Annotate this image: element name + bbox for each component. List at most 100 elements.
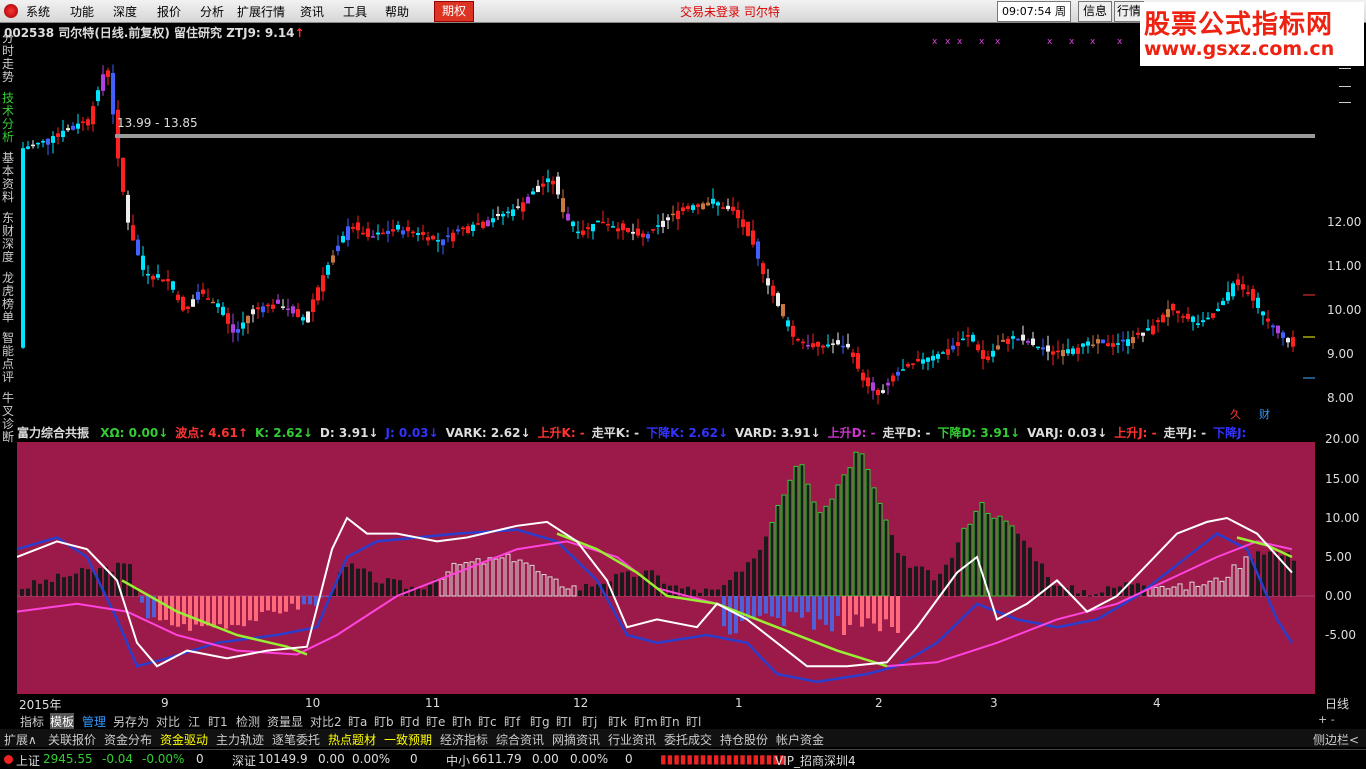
indicator-tab[interactable]: 另存为 xyxy=(113,713,149,730)
menu-system[interactable]: 系统 xyxy=(26,3,50,20)
candle-body xyxy=(966,335,970,337)
function-tab[interactable]: 帐户资金 xyxy=(776,731,824,748)
histogram-bar xyxy=(1058,585,1062,596)
function-tab[interactable]: 主力轨迹 xyxy=(216,731,264,748)
indicator-tab[interactable]: 资量显 xyxy=(267,713,303,730)
indicator-tab[interactable]: 盯b xyxy=(374,713,394,730)
nav-fundamentals[interactable]: 基本资料 xyxy=(2,152,16,204)
sidebar-toggle[interactable]: 侧边栏< xyxy=(1313,731,1359,748)
sh-label[interactable]: 上证 xyxy=(16,752,40,769)
histogram-bar xyxy=(620,572,624,596)
nav-diagnosis[interactable]: 牛叉诊断 xyxy=(2,392,16,444)
function-tab[interactable]: 委托成交 xyxy=(664,731,712,748)
indicator-tab[interactable]: 盯m xyxy=(634,713,658,730)
price-axis: 12.00 11.00 10.00 9.00 8.00 xyxy=(1315,38,1366,420)
indicator-tab[interactable]: 盯e xyxy=(426,713,445,730)
function-tab[interactable]: 网摘资讯 xyxy=(552,731,600,748)
histogram-bar xyxy=(764,536,768,596)
info-button[interactable]: 信息 xyxy=(1078,1,1112,22)
candle-body xyxy=(1186,313,1190,320)
menu-tools[interactable]: 工具 xyxy=(343,3,367,20)
time-label: 3 xyxy=(990,696,998,710)
sh-pct: -0.00% xyxy=(142,752,185,766)
histogram-bar xyxy=(638,576,642,596)
function-tab[interactable]: 资金驱动 xyxy=(160,731,208,748)
indicator-tab[interactable]: 盯n xyxy=(660,713,680,730)
histogram-bar xyxy=(979,502,985,597)
indicator-tab[interactable]: 模板 xyxy=(50,713,75,730)
period-label[interactable]: 日线 xyxy=(1325,695,1349,712)
indicator-value-label: 走平K: - xyxy=(591,426,640,440)
menu-function[interactable]: 功能 xyxy=(70,3,94,20)
indicator-tab[interactable]: 盯j xyxy=(582,713,597,730)
histogram-bar xyxy=(932,580,936,596)
histogram-bar xyxy=(386,578,390,596)
candle-body xyxy=(376,232,380,235)
function-tab[interactable]: 关联报价 xyxy=(48,731,96,748)
indicator-tab[interactable]: 盯a xyxy=(348,713,367,730)
function-tab[interactable]: 扩展∧ xyxy=(4,731,37,748)
menu-help[interactable]: 帮助 xyxy=(385,3,409,20)
histogram-bar xyxy=(698,592,702,596)
nav-depth[interactable]: 东财深度 xyxy=(2,212,16,264)
candle-body xyxy=(61,130,65,138)
candle-body xyxy=(346,226,350,241)
nav-smart-review[interactable]: 智能点评 xyxy=(2,332,16,384)
candle-body xyxy=(696,204,700,207)
zx-label[interactable]: 中小 xyxy=(446,752,470,769)
menu-extended-market[interactable]: 扩展行情 xyxy=(237,3,285,20)
histogram-bar xyxy=(788,596,792,612)
histogram-bar xyxy=(248,596,252,621)
menu-quote[interactable]: 报价 xyxy=(157,3,181,20)
function-tab[interactable]: 持仓股份 xyxy=(720,731,768,748)
candle-body xyxy=(666,217,670,221)
price-tick: 10.00 xyxy=(1327,303,1362,317)
indicator-tab[interactable]: 盯l xyxy=(686,713,701,730)
indicator-tab[interactable]: 盯d xyxy=(400,713,420,730)
option-tab[interactable]: 期权 xyxy=(434,1,474,22)
candle-body xyxy=(1121,339,1125,342)
function-tab[interactable]: 行业资讯 xyxy=(608,731,656,748)
indicator-tab[interactable]: 盯f xyxy=(504,713,520,730)
indicator-tab[interactable]: 盯1 xyxy=(208,713,228,730)
function-tab[interactable]: 资金分布 xyxy=(104,731,152,748)
candle-body xyxy=(326,265,330,275)
histogram-bar xyxy=(350,563,354,596)
function-tab[interactable]: 综合资讯 xyxy=(496,731,544,748)
menu-news[interactable]: 资讯 xyxy=(300,3,324,20)
candle-body xyxy=(191,299,195,307)
histogram-bar xyxy=(164,596,168,620)
function-tab[interactable]: 热点题材 xyxy=(328,731,376,748)
indicator-tab[interactable]: 检测 xyxy=(236,713,260,730)
function-tab[interactable]: 逐笔委托 xyxy=(272,731,320,748)
indicator-tab[interactable]: 盯I xyxy=(556,713,572,730)
menu-depth[interactable]: 深度 xyxy=(113,3,137,20)
vip-server[interactable]: VIP_招商深圳4 xyxy=(775,752,856,769)
sz-label[interactable]: 深证 xyxy=(232,752,256,769)
function-tab[interactable]: 经济指标 xyxy=(440,731,488,748)
nav-dragon-tiger[interactable]: 龙虎榜单 xyxy=(2,272,16,324)
nav-technical-analysis[interactable]: 技术分析 xyxy=(2,92,16,144)
indicator-tab[interactable]: 对比2 xyxy=(310,713,342,730)
candle-body xyxy=(946,349,950,355)
candle-body xyxy=(1266,318,1270,322)
indicator-tab[interactable]: 盯k xyxy=(608,713,627,730)
indicator-tab[interactable]: 对比 xyxy=(156,713,180,730)
indicator-tab[interactable]: 指标 xyxy=(20,713,44,730)
indicator-name[interactable]: 富力综合共振 xyxy=(17,426,89,440)
resonance-indicator-chart[interactable] xyxy=(17,442,1315,694)
indicator-tab[interactable]: 盯g xyxy=(530,713,550,730)
candle-body xyxy=(1026,341,1030,343)
indicator-tab[interactable]: 管理 xyxy=(82,713,106,730)
candle-body xyxy=(891,375,895,382)
candle-body xyxy=(786,320,790,327)
zoom-control[interactable]: + - xyxy=(1318,713,1335,726)
function-tab[interactable]: 一致预期 xyxy=(384,731,432,748)
price-candlestick-chart[interactable]: 13.99 - 13.85x x x x x x x x x久财 xyxy=(17,38,1315,420)
indicator-tab[interactable]: 江 xyxy=(188,713,200,730)
candle-body xyxy=(876,389,880,396)
indicator-tab[interactable]: 盯h xyxy=(452,713,472,730)
menu-analysis[interactable]: 分析 xyxy=(200,3,224,20)
candle-body xyxy=(21,148,25,348)
indicator-tab[interactable]: 盯c xyxy=(478,713,497,730)
